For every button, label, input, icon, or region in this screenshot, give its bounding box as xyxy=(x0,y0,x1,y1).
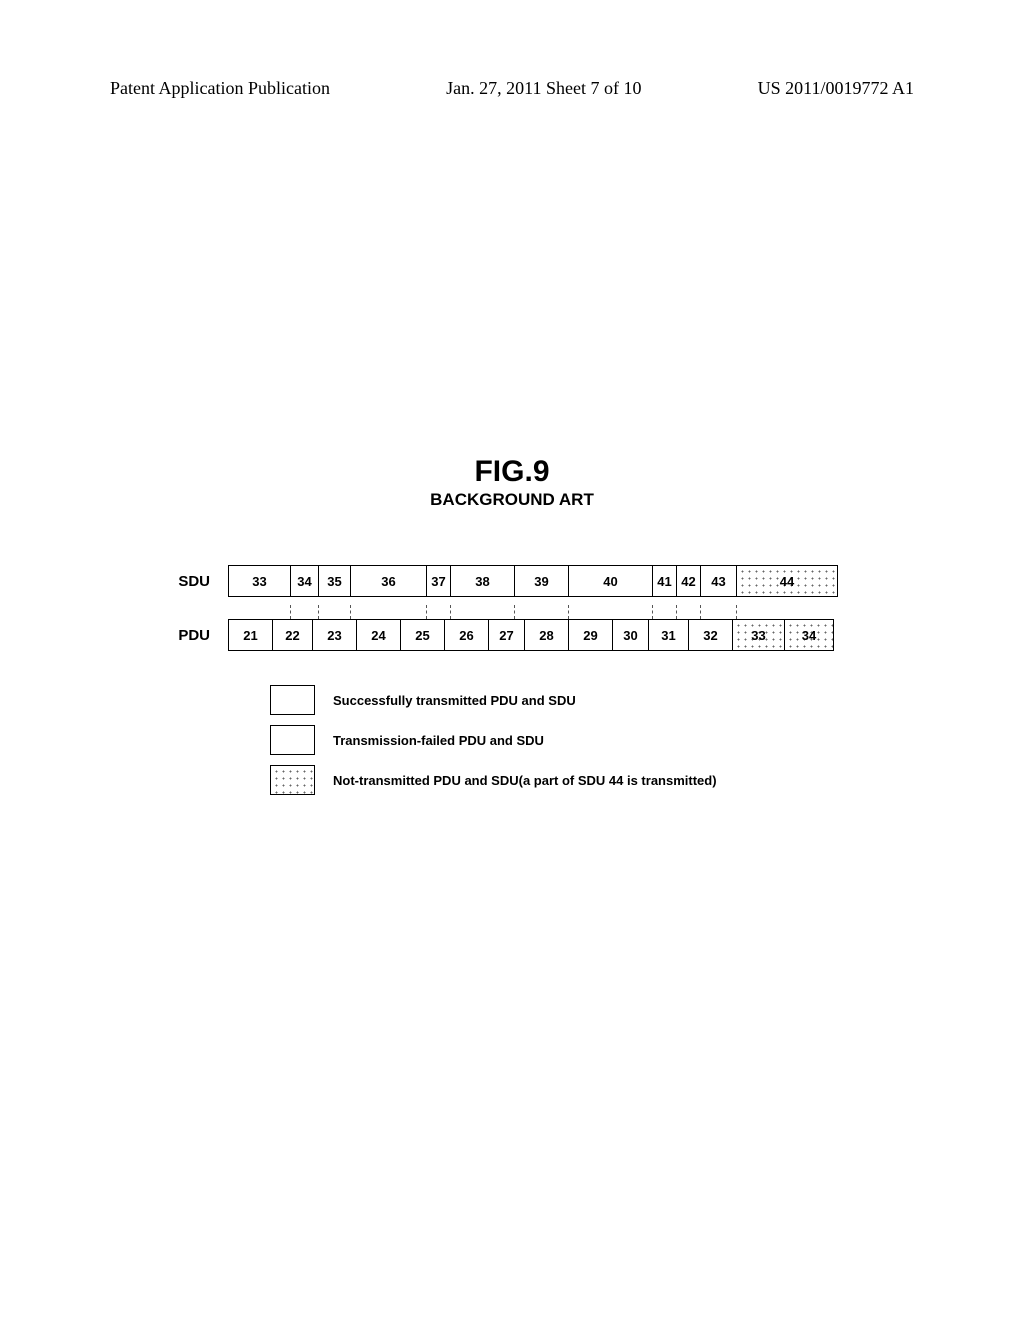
legend-failed: Transmission-failed PDU and SDU xyxy=(270,725,717,755)
pdu-cell-23: 23 xyxy=(313,620,357,650)
pdu-cell-21: 21 xyxy=(229,620,273,650)
mapping-line xyxy=(426,605,427,619)
sdu-cell-39: 39 xyxy=(515,566,569,596)
sdu-cell-38: 38 xyxy=(451,566,515,596)
mapping-line xyxy=(652,605,653,619)
mapping-line xyxy=(318,605,319,619)
sdu-cell-37: 37 xyxy=(427,566,451,596)
pdu-cell-24: 24 xyxy=(357,620,401,650)
sdu-cells: 333435363738394041424344 xyxy=(228,565,838,597)
mapping-line xyxy=(450,605,451,619)
pdu-row: PDU 2122232425262728293031323334 xyxy=(150,619,870,651)
pdu-cell-27: 27 xyxy=(489,620,525,650)
figure-subtitle: BACKGROUND ART xyxy=(0,490,1024,510)
sdu-cell-41: 41 xyxy=(653,566,677,596)
legend-not-transmitted: Not-transmitted PDU and SDU(a part of SD… xyxy=(270,765,717,795)
pdu-cell-26: 26 xyxy=(445,620,489,650)
sdu-cell-36: 36 xyxy=(351,566,427,596)
pdu-label: PDU xyxy=(150,627,228,644)
legend-success-label: Successfully transmitted PDU and SDU xyxy=(333,693,576,708)
sdu-label: SDU xyxy=(150,573,228,590)
sdu-cell-42: 42 xyxy=(677,566,701,596)
pdu-cell-22: 22 xyxy=(273,620,313,650)
page-header: Patent Application Publication Jan. 27, … xyxy=(110,78,914,99)
mapping-line xyxy=(568,605,569,619)
pdu-cell-31: 31 xyxy=(649,620,689,650)
mapping-line xyxy=(514,605,515,619)
sdu-cell-33: 33 xyxy=(229,566,291,596)
pdu-cell-28: 28 xyxy=(525,620,569,650)
sdu-cell-43: 43 xyxy=(701,566,737,596)
swatch-success xyxy=(270,685,315,715)
sdu-row: SDU 333435363738394041424344 xyxy=(150,565,870,597)
pdu-cell-29: 29 xyxy=(569,620,613,650)
legend: Successfully transmitted PDU and SDU Tra… xyxy=(270,685,717,805)
legend-success: Successfully transmitted PDU and SDU xyxy=(270,685,717,715)
pdu-cell-30: 30 xyxy=(613,620,649,650)
header-center: Jan. 27, 2011 Sheet 7 of 10 xyxy=(446,78,641,99)
header-left: Patent Application Publication xyxy=(110,78,330,99)
swatch-failed xyxy=(270,725,315,755)
figure-number: FIG.9 xyxy=(0,455,1024,489)
mapping-line xyxy=(700,605,701,619)
pdu-cells: 2122232425262728293031323334 xyxy=(228,619,834,651)
header-right: US 2011/0019772 A1 xyxy=(758,78,914,99)
pdu-cell-34: 34 xyxy=(785,620,833,650)
sdu-cell-34: 34 xyxy=(291,566,319,596)
mapping-line xyxy=(676,605,677,619)
pdu-cell-25: 25 xyxy=(401,620,445,650)
legend-failed-label: Transmission-failed PDU and SDU xyxy=(333,733,544,748)
legend-not-transmitted-label: Not-transmitted PDU and SDU(a part of SD… xyxy=(333,773,717,788)
mapping-lines xyxy=(228,605,836,619)
sdu-cell-35: 35 xyxy=(319,566,351,596)
sdu-cell-40: 40 xyxy=(569,566,653,596)
mapping-line xyxy=(290,605,291,619)
sdu-cell-44: 44 xyxy=(737,566,837,596)
mapping-line xyxy=(350,605,351,619)
pdu-cell-32: 32 xyxy=(689,620,733,650)
pdu-cell-33: 33 xyxy=(733,620,785,650)
sdu-pdu-diagram: SDU 333435363738394041424344 PDU 2122232… xyxy=(150,565,870,659)
swatch-not-transmitted xyxy=(270,765,315,795)
mapping-line xyxy=(736,605,737,619)
